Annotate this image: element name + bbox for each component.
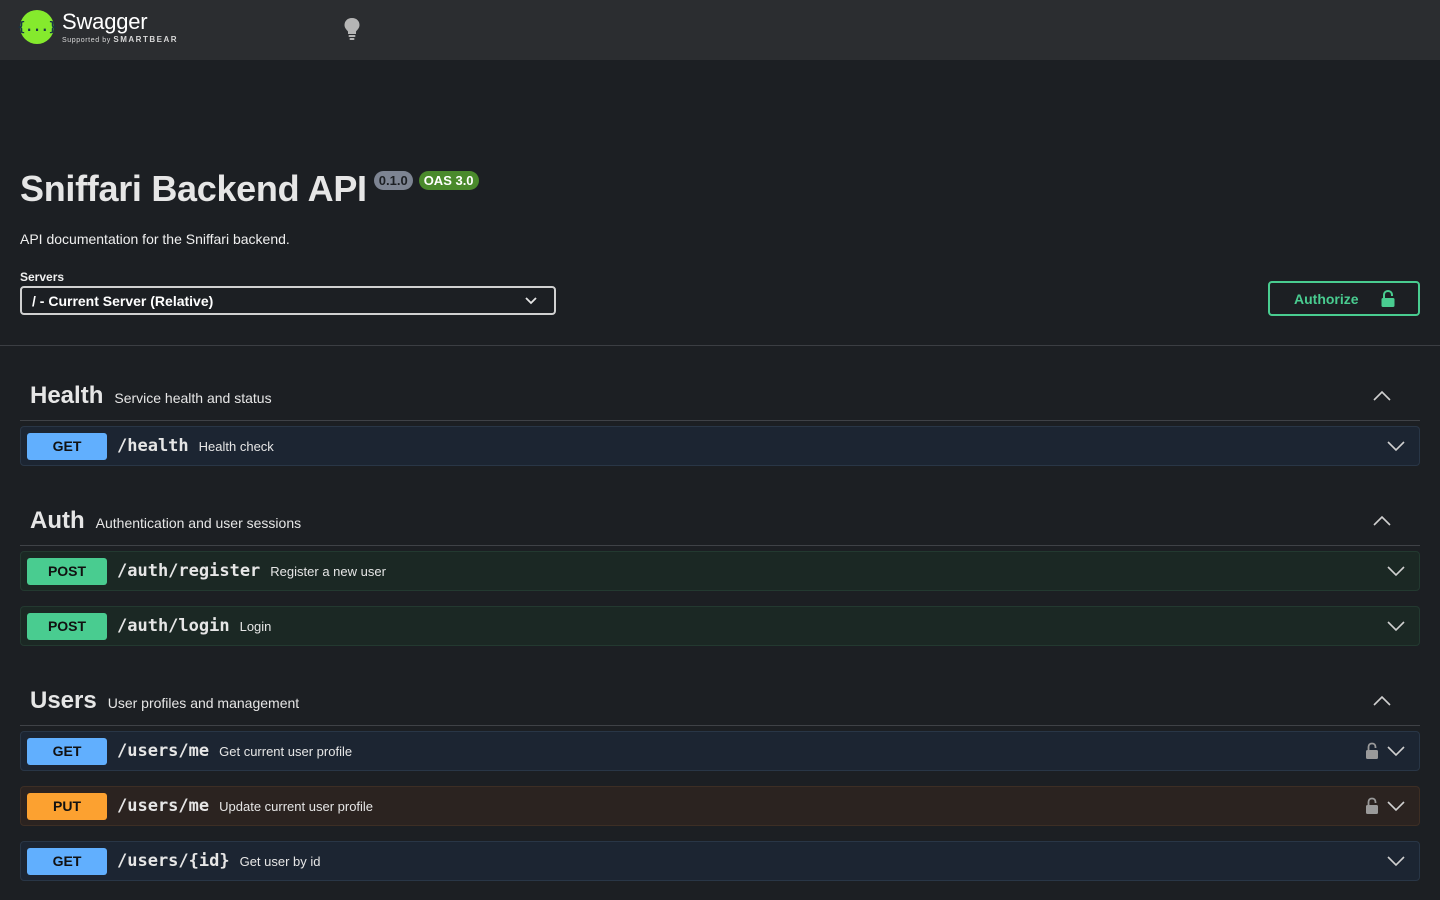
api-description: API documentation for the Sniffari backe… [20, 231, 290, 247]
lightbulb-icon[interactable] [343, 17, 361, 46]
unlocked-icon[interactable] [1365, 742, 1379, 765]
operation-path: /users/{id} [117, 851, 230, 871]
top-bar: {...} Swagger Supported by SMARTBEAR [0, 0, 1440, 60]
oas-badge: OAS 3.0 [418, 171, 479, 190]
operation-get-health[interactable]: GET /health Health check [20, 426, 1420, 466]
tag-description: User profiles and management [107, 695, 300, 711]
method-badge: GET [27, 432, 107, 460]
operation-path: /users/me [117, 796, 210, 816]
method-badge: PUT [27, 792, 107, 820]
operation-post-auth-login[interactable]: POST /auth/login Login [20, 606, 1420, 646]
chevron-up-icon[interactable] [1372, 389, 1392, 407]
operation-summary: Update current user profile [219, 798, 374, 814]
operation-path: /users/me [117, 741, 210, 761]
swagger-logo-icon: {...} [17, 10, 57, 44]
method-badge: POST [27, 612, 107, 640]
operation-summary: Register a new user [270, 563, 386, 579]
unlocked-icon [1380, 289, 1396, 311]
tag-name: Health [30, 382, 104, 409]
tag-health: Health Service health and status GET /he… [20, 372, 1420, 466]
swagger-logo[interactable]: {...} Swagger Supported by SMARTBEAR [17, 8, 178, 44]
chevron-down-icon[interactable] [1386, 439, 1406, 457]
chevron-up-icon[interactable] [1372, 694, 1392, 712]
chevron-down-icon[interactable] [1386, 744, 1406, 762]
servers-selected-value: / - Current Server (Relative) [32, 292, 214, 309]
operation-post-auth-register[interactable]: POST /auth/register Register a new user [20, 551, 1420, 591]
servers-label: Servers [20, 270, 65, 284]
operation-path: /auth/register [117, 561, 261, 581]
tag-name: Users [30, 687, 97, 714]
version-badge: 0.1.0 [373, 171, 413, 190]
operation-summary: Get current user profile [219, 743, 353, 759]
operation-path: /health [117, 436, 189, 456]
chevron-down-icon[interactable] [1386, 564, 1406, 582]
method-badge: GET [27, 737, 107, 765]
tag-name: Auth [30, 507, 85, 534]
tag-header-auth[interactable]: Auth Authentication and user sessions [20, 497, 1420, 546]
tag-auth: Auth Authentication and user sessions PO… [20, 497, 1420, 646]
logo-subtitle: Supported by SMARTBEAR [62, 34, 178, 44]
tag-header-health[interactable]: Health Service health and status [20, 372, 1420, 421]
tag-header-users[interactable]: Users User profiles and management [20, 677, 1420, 726]
tag-description: Service health and status [114, 390, 272, 406]
operation-summary: Get user by id [239, 853, 321, 869]
page-title: Sniffari Backend API [20, 168, 367, 209]
operation-put-users-me[interactable]: PUT /users/me Update current user profil… [20, 786, 1420, 826]
operation-summary: Login [239, 618, 272, 634]
operation-path: /auth/login [117, 616, 230, 636]
operation-summary: Health check [198, 438, 274, 454]
chevron-down-icon[interactable] [1386, 854, 1406, 872]
authorize-button[interactable]: Authorize [1268, 281, 1420, 316]
tag-description: Authentication and user sessions [95, 515, 302, 531]
divider [0, 345, 1440, 346]
unlocked-icon[interactable] [1365, 797, 1379, 820]
chevron-down-icon [524, 293, 538, 309]
method-badge: POST [27, 557, 107, 585]
servers-select[interactable]: / - Current Server (Relative) [20, 286, 556, 315]
method-badge: GET [27, 847, 107, 875]
chevron-down-icon[interactable] [1386, 799, 1406, 817]
logo-text: Swagger [62, 8, 148, 34]
chevron-up-icon[interactable] [1372, 514, 1392, 532]
operation-get-users-id[interactable]: GET /users/{id} Get user by id [20, 841, 1420, 881]
tag-users: Users User profiles and management GET /… [20, 677, 1420, 881]
operation-get-users-me[interactable]: GET /users/me Get current user profile [20, 731, 1420, 771]
authorize-label: Authorize [1294, 290, 1359, 307]
chevron-down-icon[interactable] [1386, 619, 1406, 637]
